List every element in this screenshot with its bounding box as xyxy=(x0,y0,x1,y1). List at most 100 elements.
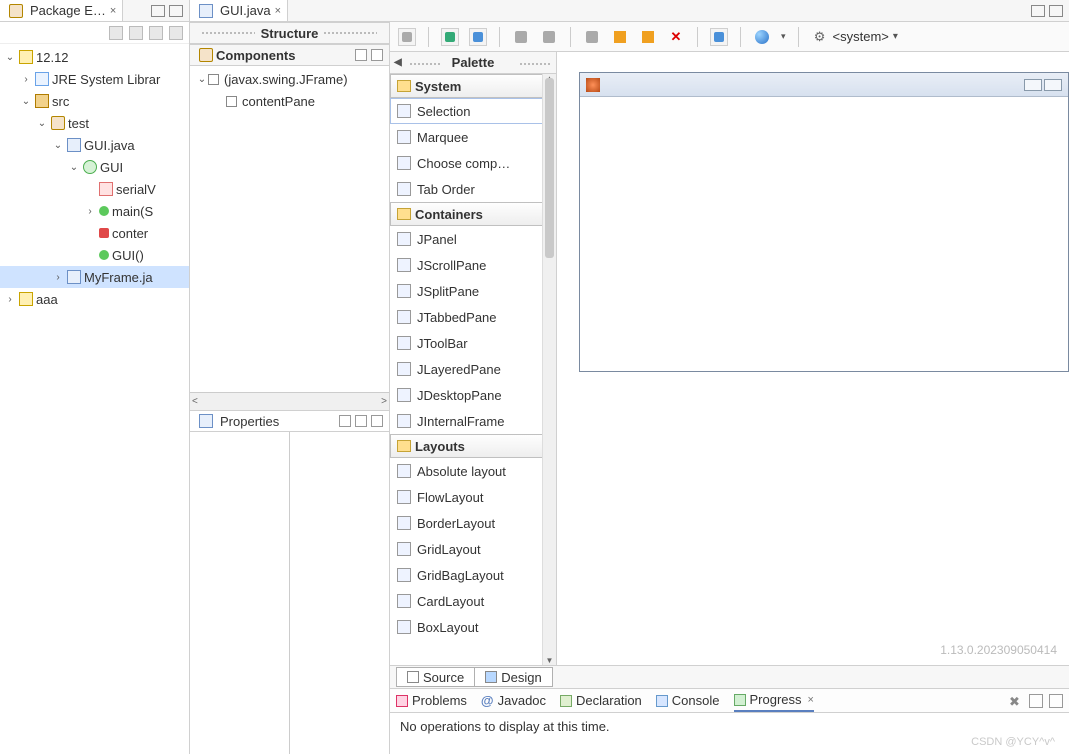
cut-icon[interactable] xyxy=(583,28,601,46)
palette-item[interactable]: GridBagLayout xyxy=(390,562,556,588)
redo-icon[interactable] xyxy=(540,28,558,46)
palette-item[interactable]: GridLayout xyxy=(390,536,556,562)
package-icon xyxy=(9,4,23,18)
close-icon[interactable]: × xyxy=(808,694,814,706)
palette-category[interactable]: Containers xyxy=(390,202,556,226)
expand-all-icon[interactable] xyxy=(355,49,367,61)
tree-item[interactable]: conter xyxy=(0,222,189,244)
remove-all-icon[interactable]: ✖ xyxy=(1009,694,1023,708)
palette-header: ◀ Palette xyxy=(390,52,556,74)
minimize-editor-icon[interactable] xyxy=(1031,5,1045,17)
view-menu-icon[interactable] xyxy=(169,26,183,40)
palette-scrollbar[interactable]: ▲ ▼ xyxy=(542,74,556,665)
palette-item[interactable]: JToolBar xyxy=(390,330,556,356)
palette-item-icon xyxy=(397,258,411,272)
tree-item[interactable]: ›main(S xyxy=(0,200,189,222)
tab-design[interactable]: Design xyxy=(474,667,552,687)
horizontal-scrollbar[interactable]: <> xyxy=(190,392,389,410)
package-explorer-tab[interactable]: Package E… × xyxy=(0,0,123,21)
tree-item[interactable]: serialV xyxy=(0,178,189,200)
palette-item-icon xyxy=(397,388,411,402)
design-icon xyxy=(485,671,497,683)
link-with-editor-icon[interactable] xyxy=(129,26,143,40)
palette-item[interactable]: JInternalFrame xyxy=(390,408,556,434)
tree-item[interactable]: GUI() xyxy=(0,244,189,266)
paste-icon[interactable] xyxy=(639,28,657,46)
palette-item[interactable]: Absolute layout xyxy=(390,458,556,484)
tree-item[interactable]: ⌄src xyxy=(0,90,189,112)
palette-item[interactable]: Tab Order xyxy=(390,176,556,202)
palette-item-icon xyxy=(397,464,411,478)
lib-icon xyxy=(35,72,49,86)
view-min-icon[interactable] xyxy=(1029,694,1043,708)
palette-item-icon xyxy=(397,414,411,428)
collapse-all-icon[interactable] xyxy=(109,26,123,40)
source-icon xyxy=(407,671,419,683)
palette-item[interactable]: CardLayout xyxy=(390,588,556,614)
tab-progress[interactable]: Progress × xyxy=(734,689,814,712)
editor-tab-gui-java[interactable]: GUI.java × xyxy=(190,0,288,21)
view-max-icon[interactable] xyxy=(1049,694,1063,708)
tab-source[interactable]: Source xyxy=(396,667,474,687)
tree-item[interactable]: ›JRE System Librar xyxy=(0,68,189,90)
component-tree-item[interactable]: ⌄(javax.swing.JFrame) xyxy=(190,68,389,90)
refresh-icon[interactable] xyxy=(398,28,416,46)
palette-item[interactable]: Marquee xyxy=(390,124,556,150)
undo-icon[interactable] xyxy=(512,28,530,46)
tab-console[interactable]: Console xyxy=(656,689,720,712)
palette-item[interactable]: JTabbedPane xyxy=(390,304,556,330)
jframe-preview[interactable] xyxy=(579,72,1069,372)
delete-icon[interactable] xyxy=(667,28,685,46)
palette-item[interactable]: BorderLayout xyxy=(390,510,556,536)
frame-minimize-icon xyxy=(1024,79,1042,91)
palette-item[interactable]: JScrollPane xyxy=(390,252,556,278)
test-preview-icon[interactable] xyxy=(441,28,459,46)
palette-item-icon xyxy=(397,232,411,246)
goto-definition-icon[interactable] xyxy=(371,415,383,427)
palette-category[interactable]: System xyxy=(390,74,556,98)
tree-item[interactable]: ⌄test xyxy=(0,112,189,134)
palette-item[interactable]: BoxLayout xyxy=(390,614,556,640)
palette-category[interactable]: Layouts xyxy=(390,434,556,458)
maximize-view-icon[interactable] xyxy=(169,5,183,17)
locale-icon[interactable] xyxy=(753,28,771,46)
palette-item[interactable]: JDesktopPane xyxy=(390,382,556,408)
focus-icon[interactable] xyxy=(149,26,163,40)
tree-item[interactable]: ⌄GUI xyxy=(0,156,189,178)
tab-declaration[interactable]: Declaration xyxy=(560,689,642,712)
advanced-props-icon[interactable] xyxy=(339,415,351,427)
structure-header: Structure xyxy=(190,22,389,44)
collapse-all-icon[interactable] xyxy=(371,49,383,61)
tree-item[interactable]: ⌄12.12 xyxy=(0,46,189,68)
layout-assist-icon[interactable] xyxy=(710,28,728,46)
component-tree-item[interactable]: contentPane xyxy=(190,90,389,112)
copy-icon[interactable] xyxy=(611,28,629,46)
palette-item[interactable]: FlowLayout xyxy=(390,484,556,510)
design-canvas[interactable]: 1.13.0.202309050414 xyxy=(557,52,1069,665)
palette-item[interactable]: JLayeredPane xyxy=(390,356,556,382)
src-icon xyxy=(35,94,49,108)
preview-icon[interactable] xyxy=(469,28,487,46)
properties-table[interactable] xyxy=(190,432,389,754)
tab-javadoc[interactable]: @ Javadoc xyxy=(481,689,546,712)
palette-item[interactable]: JSplitPane xyxy=(390,278,556,304)
tab-problems[interactable]: Problems xyxy=(396,689,467,712)
close-icon[interactable]: × xyxy=(110,5,116,17)
minimize-view-icon[interactable] xyxy=(151,5,165,17)
palette-item-icon xyxy=(397,156,411,170)
maximize-editor-icon[interactable] xyxy=(1049,5,1063,17)
tree-item[interactable]: ⌄GUI.java xyxy=(0,134,189,156)
tree-item[interactable]: ›aaa xyxy=(0,288,189,310)
look-and-feel-selector[interactable]: <system> ▾ xyxy=(811,28,898,46)
palette-item[interactable]: Choose comp… xyxy=(390,150,556,176)
palette-nav-left-icon[interactable]: ◀ xyxy=(394,57,402,68)
package-explorer-view: ⌄12.12›JRE System Librar⌄src⌄test⌄GUI.ja… xyxy=(0,22,190,754)
palette-item[interactable]: Selection xyxy=(390,98,556,124)
palette-item[interactable]: JPanel xyxy=(390,226,556,252)
show-events-icon[interactable] xyxy=(355,415,367,427)
close-icon[interactable]: × xyxy=(275,5,281,17)
java-icon xyxy=(67,270,81,284)
progress-icon xyxy=(734,694,746,706)
tree-item[interactable]: ›MyFrame.ja xyxy=(0,266,189,288)
palette-item-icon xyxy=(397,490,411,504)
